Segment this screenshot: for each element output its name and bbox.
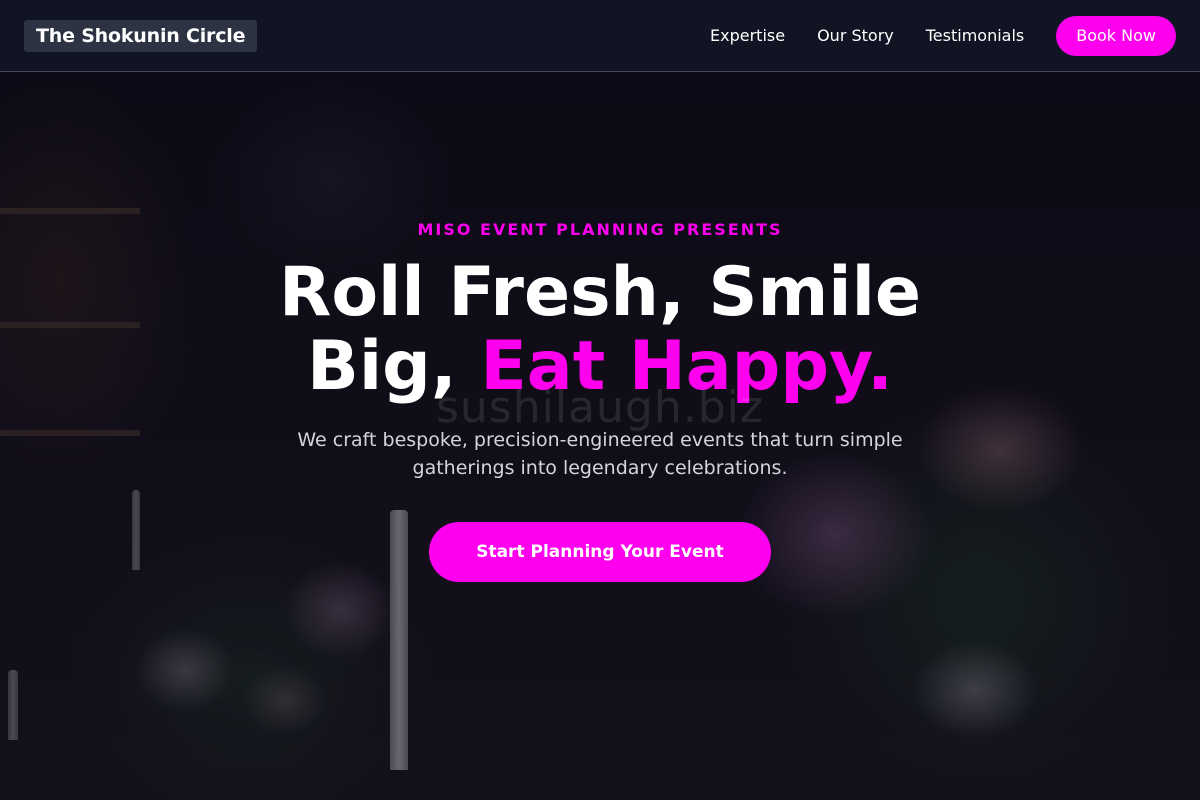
book-now-button[interactable]: Book Now (1056, 15, 1176, 56)
nav-link-our-story[interactable]: Our Story (817, 26, 894, 45)
hero-eyebrow: MISO EVENT PLANNING PRESENTS (417, 220, 783, 239)
nav-link-expertise[interactable]: Expertise (710, 26, 785, 45)
main-nav: Expertise Our Story Testimonials Book No… (710, 15, 1176, 56)
start-planning-button[interactable]: Start Planning Your Event (429, 522, 771, 582)
brand-logo[interactable]: The Shokunin Circle (24, 19, 258, 52)
nav-link-testimonials[interactable]: Testimonials (926, 26, 1025, 45)
hero-subtitle: We craft bespoke, precision-engineered e… (297, 429, 903, 479)
headline-line-1: Roll Fresh, Smile (278, 253, 922, 332)
hero-section: MISO EVENT PLANNING PRESENTS Roll Fresh,… (0, 72, 1200, 800)
site-header: The Shokunin Circle Expertise Our Story … (0, 0, 1200, 72)
